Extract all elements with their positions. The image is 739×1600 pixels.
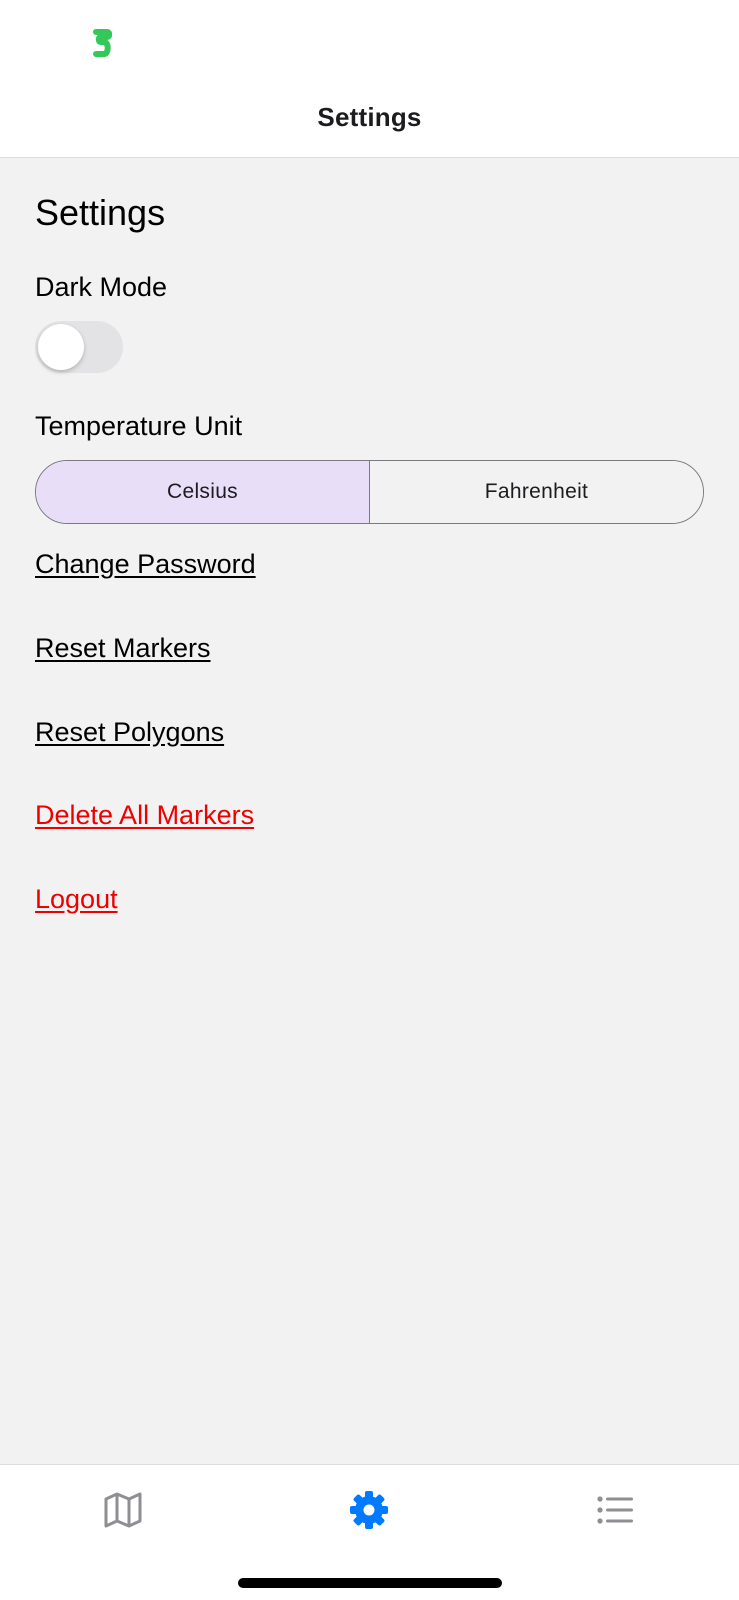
app-notification-icon (93, 29, 112, 57)
celsius-option[interactable]: Celsius (36, 461, 370, 523)
reset-polygons-link[interactable]: Reset Polygons (35, 717, 224, 748)
dark-mode-toggle[interactable] (35, 321, 123, 373)
section-title: Settings (35, 192, 166, 233)
toggle-knob (38, 324, 84, 370)
map-icon (104, 1492, 142, 1528)
reset-markers-link[interactable]: Reset Markers (35, 633, 211, 664)
page-title: Settings (317, 102, 422, 132)
dark-mode-label: Dark Mode (35, 272, 168, 302)
tab-map[interactable] (98, 1485, 148, 1535)
temperature-unit-label: Temperature Unit (35, 411, 243, 441)
status-bar (0, 0, 739, 88)
tab-list[interactable] (590, 1485, 640, 1535)
gear-icon (350, 1491, 388, 1529)
home-indicator (238, 1578, 502, 1588)
nav-header: Settings (0, 88, 739, 158)
logout-link[interactable]: Logout (35, 884, 118, 915)
temperature-unit-selector: Celsius Fahrenheit (35, 460, 704, 524)
change-password-link[interactable]: Change Password (35, 549, 256, 580)
delete-all-markers-link[interactable]: Delete All Markers (35, 800, 254, 831)
fahrenheit-option[interactable]: Fahrenheit (370, 461, 703, 523)
tab-settings[interactable] (344, 1485, 394, 1535)
list-icon (597, 1496, 633, 1524)
